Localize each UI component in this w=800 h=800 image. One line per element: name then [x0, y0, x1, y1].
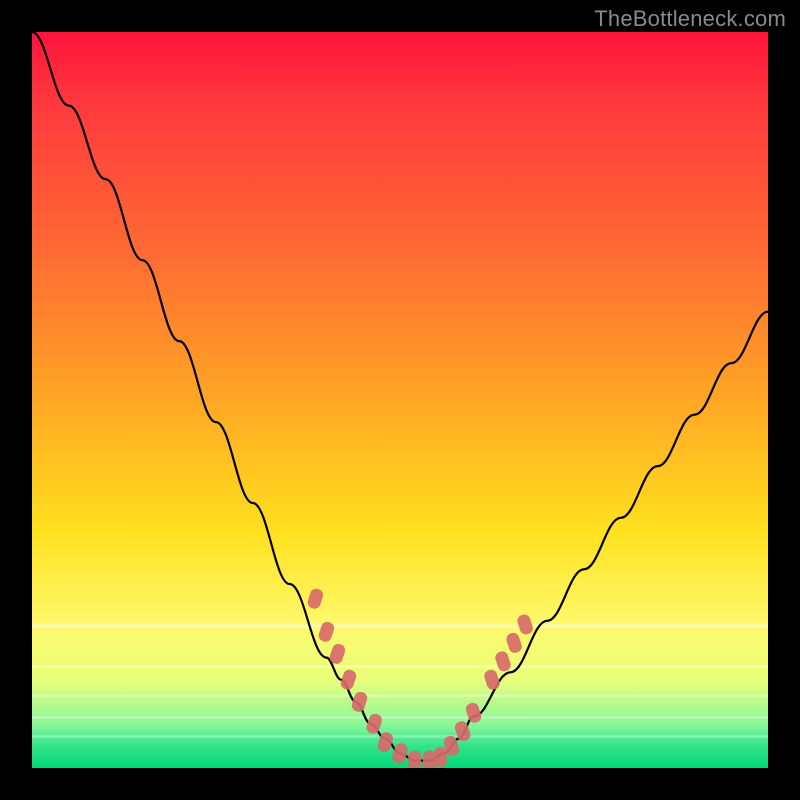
data-marker [317, 620, 336, 643]
curve-layer [32, 32, 768, 761]
data-marker [423, 751, 436, 768]
data-marker [306, 587, 325, 610]
plot-area [32, 32, 768, 768]
data-marker [464, 701, 483, 724]
data-marker [434, 747, 447, 767]
data-marker [505, 631, 524, 654]
chart-svg [32, 32, 768, 768]
data-marker [350, 690, 369, 713]
data-marker [365, 712, 384, 735]
chart-frame: TheBottleneck.com [0, 0, 800, 800]
data-marker [494, 650, 513, 673]
watermark-text: TheBottleneck.com [594, 6, 786, 32]
data-marker [339, 668, 358, 691]
data-marker [516, 613, 535, 636]
marker-layer [306, 587, 534, 768]
data-marker [408, 751, 421, 768]
bottleneck-curve [32, 32, 768, 761]
data-marker [483, 668, 502, 691]
